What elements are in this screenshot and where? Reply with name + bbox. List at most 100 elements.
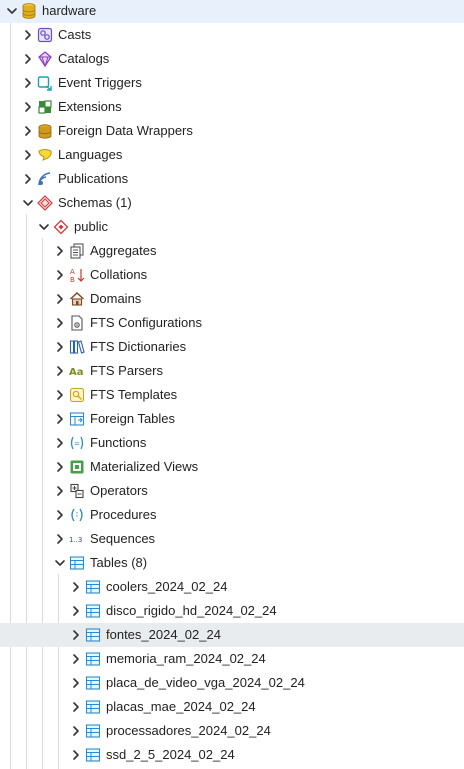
tree-node[interactable]: Extensions	[0, 95, 464, 119]
chevron-right-icon[interactable]	[22, 100, 34, 114]
svg-text:A: A	[70, 268, 75, 276]
tree-node[interactable]: Event Triggers	[0, 71, 464, 95]
tree-node[interactable]: Tables (8)	[0, 551, 464, 575]
tree-node-label: FTS Configurations	[90, 315, 202, 330]
tree-node-label: memoria_ram_2024_02_24	[106, 651, 266, 666]
event-triggers-icon	[37, 74, 53, 92]
tree-node-label: disco_rigido_hd_2024_02_24	[106, 603, 277, 618]
tree-node-label: hardware	[42, 3, 97, 18]
tree-node[interactable]: Domains	[0, 287, 464, 311]
tree-node[interactable]: FTS Configurations	[0, 311, 464, 335]
chevron-down-icon[interactable]	[38, 220, 50, 234]
chevron-right-icon[interactable]	[54, 436, 66, 450]
tree-node[interactable]: Procedures	[0, 503, 464, 527]
tree-node[interactable]: FTS Templates	[0, 383, 464, 407]
tree-node-label: Sequences	[90, 531, 156, 546]
chevron-right-icon[interactable]	[54, 532, 66, 546]
object-browser-tree: hardware Casts Catalogs Event Triggers Exten…	[0, 0, 464, 769]
tree-node[interactable]: ssd_2_5_2024_02_24	[0, 743, 464, 767]
table-icon	[85, 626, 101, 644]
tree-node[interactable]: placa_de_video_vga_2024_02_24	[0, 671, 464, 695]
tree-node[interactable]: = Functions	[0, 431, 464, 455]
tree-node[interactable]: Materialized Views	[0, 455, 464, 479]
chevron-right-icon[interactable]	[22, 172, 34, 186]
tree-node-label: Foreign Tables	[90, 411, 176, 426]
tree-node[interactable]: FTS Dictionaries	[0, 335, 464, 359]
tree-node[interactable]: Schemas (1)	[0, 191, 464, 215]
materialized-views-icon	[69, 458, 85, 476]
svg-text:=: =	[74, 440, 80, 448]
chevron-down-icon[interactable]	[54, 556, 66, 570]
chevron-right-icon[interactable]	[54, 244, 66, 258]
tree-node[interactable]: Catalogs	[0, 47, 464, 71]
tree-node[interactable]: Publications	[0, 167, 464, 191]
chevron-right-icon[interactable]	[54, 388, 66, 402]
chevron-right-icon[interactable]	[70, 604, 82, 618]
tree-node[interactable]: Casts	[0, 23, 464, 47]
chevron-right-icon[interactable]	[54, 484, 66, 498]
chevron-right-icon[interactable]	[22, 28, 34, 42]
chevron-right-icon[interactable]	[54, 268, 66, 282]
tree-node-label: Event Triggers	[58, 75, 142, 90]
table-icon	[85, 602, 101, 620]
tables-icon	[69, 554, 85, 572]
tree-node-label: Procedures	[90, 507, 157, 522]
foreign-data-wrappers-icon	[37, 122, 53, 140]
chevron-right-icon[interactable]	[70, 748, 82, 762]
tree-node[interactable]: A B Collations	[0, 263, 464, 287]
chevron-right-icon[interactable]	[70, 724, 82, 738]
tree-node[interactable]: Foreign Tables	[0, 407, 464, 431]
chevron-right-icon[interactable]	[70, 652, 82, 666]
tree-node[interactable]: memoria_ram_2024_02_24	[0, 647, 464, 671]
fts-parsers-icon: Aa	[69, 362, 85, 380]
tree-node-label: Tables (8)	[90, 555, 148, 570]
tree-node[interactable]: fontes_2024_02_24	[0, 623, 464, 647]
table-icon	[85, 674, 101, 692]
chevron-right-icon[interactable]	[22, 148, 34, 162]
table-icon	[85, 722, 101, 740]
tree-node-label: Domains	[90, 291, 142, 306]
tree-node-label: Catalogs	[58, 51, 110, 66]
chevron-right-icon[interactable]	[54, 364, 66, 378]
collations-icon: AB	[69, 266, 85, 284]
tree-node-label: placa_de_video_vga_2024_02_24	[106, 675, 305, 690]
chevron-down-icon[interactable]	[22, 196, 34, 210]
tree-node-label: Extensions	[58, 99, 122, 114]
chevron-right-icon[interactable]	[54, 340, 66, 354]
chevron-right-icon[interactable]	[54, 292, 66, 306]
chevron-right-icon[interactable]	[22, 76, 34, 90]
tree-node[interactable]: disco_rigido_hd_2024_02_24	[0, 599, 464, 623]
svg-text:Aa: Aa	[69, 367, 84, 378]
chevron-right-icon[interactable]	[70, 700, 82, 714]
tree-node-label: placas_mae_2024_02_24	[106, 699, 256, 714]
tree-node-label: Casts	[58, 27, 92, 42]
tree-node[interactable]: placas_mae_2024_02_24	[0, 695, 464, 719]
tree-node[interactable]: Operators	[0, 479, 464, 503]
chevron-right-icon[interactable]	[54, 316, 66, 330]
chevron-right-icon[interactable]	[70, 676, 82, 690]
tree-node[interactable]: processadores_2024_02_24	[0, 719, 464, 743]
schemas-icon	[37, 194, 53, 212]
tree-node[interactable]: Aa FTS Parsers	[0, 359, 464, 383]
tree-node[interactable]: Foreign Data Wrappers	[0, 119, 464, 143]
chevron-right-icon[interactable]	[22, 52, 34, 66]
chevron-right-icon[interactable]	[70, 580, 82, 594]
chevron-down-icon[interactable]	[6, 4, 18, 18]
procedures-icon	[69, 506, 85, 524]
schema-icon	[53, 218, 69, 236]
chevron-right-icon[interactable]	[22, 124, 34, 138]
tree-node[interactable]: 1..3 Sequences	[0, 527, 464, 551]
chevron-right-icon[interactable]	[70, 628, 82, 642]
tree-node[interactable]: public	[0, 215, 464, 239]
catalogs-icon	[37, 50, 53, 68]
tree-node[interactable]: Aggregates	[0, 239, 464, 263]
tree-node[interactable]: Languages	[0, 143, 464, 167]
tree-node-label: Operators	[90, 483, 148, 498]
tree-node[interactable]: coolers_2024_02_24	[0, 575, 464, 599]
chevron-right-icon[interactable]	[54, 508, 66, 522]
tree-node-label: fontes_2024_02_24	[106, 627, 221, 642]
chevron-right-icon[interactable]	[54, 460, 66, 474]
chevron-right-icon[interactable]	[54, 412, 66, 426]
tree-node[interactable]: hardware	[0, 0, 464, 23]
aggregates-icon	[69, 242, 85, 260]
